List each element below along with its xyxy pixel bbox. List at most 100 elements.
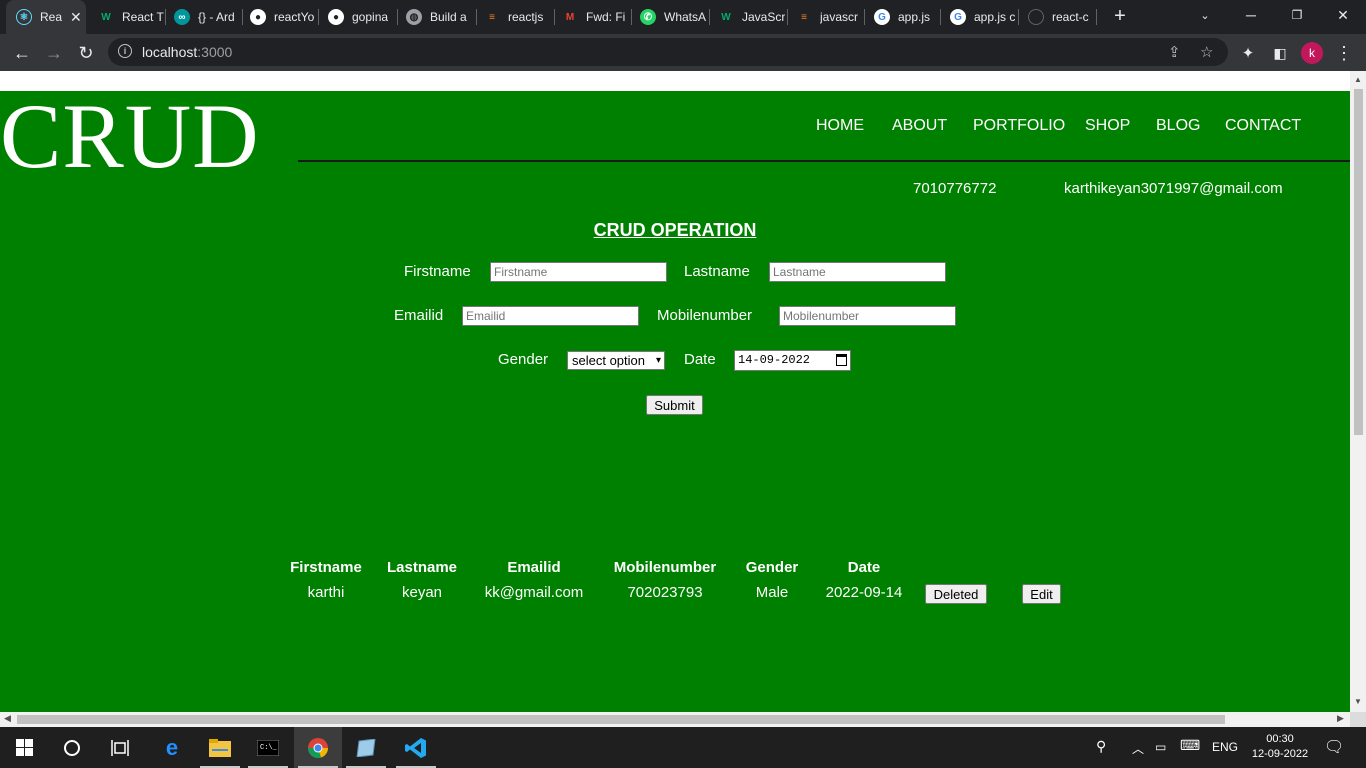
tab-title: app.js c — [974, 10, 1016, 24]
nav-contact[interactable]: CONTACT — [1225, 117, 1301, 135]
browser-tab[interactable]: react-c — [1018, 0, 1096, 34]
nav-blog[interactable]: BLOG — [1156, 117, 1200, 135]
scroll-up-icon[interactable]: ▲ — [1354, 75, 1362, 84]
tab-title: reactjs — [508, 10, 544, 24]
tab-title: WhatsA — [664, 10, 707, 24]
nav-portfolio[interactable]: PORTFOLIO — [973, 117, 1065, 135]
people-icon[interactable]: ⚲ — [1096, 738, 1106, 755]
browser-tab[interactable]: W JavaScr — [708, 0, 786, 34]
tab-search-chevron-icon[interactable]: ⌄ — [1182, 0, 1228, 30]
reload-button[interactable]: ↻ — [72, 39, 100, 67]
page-viewport: CRUD HOME ABOUT PORTFOLIO SHOP BLOG CONT… — [0, 71, 1350, 712]
keyboard-icon[interactable]: ⌨ — [1180, 737, 1200, 754]
minimize-button[interactable]: ─ — [1228, 0, 1274, 30]
table-cell-gender: Male — [755, 584, 789, 601]
horizontal-scrollbar[interactable]: ◀ ▶ — [0, 712, 1350, 727]
site-info-icon[interactable]: i — [118, 44, 132, 58]
table-cell-lastname: keyan — [401, 584, 443, 601]
profile-avatar[interactable]: k — [1301, 42, 1323, 64]
vertical-scroll-thumb[interactable] — [1354, 89, 1363, 435]
google-icon: G — [874, 9, 890, 25]
emailid-input[interactable]: Emailid — [462, 306, 639, 326]
w3schools-icon: W — [721, 11, 731, 23]
mobilenumber-input[interactable]: Mobilenumber — [779, 306, 956, 326]
vertical-scrollbar[interactable]: ▲ ▼ — [1350, 71, 1366, 712]
close-tab-icon[interactable]: ✕ — [70, 9, 82, 26]
browser-tab[interactable]: G app.js c — [940, 0, 1018, 34]
submit-button[interactable]: Submit — [646, 395, 703, 415]
lastname-label: Lastname — [684, 263, 750, 280]
side-panel-icon[interactable]: ◧ — [1266, 39, 1294, 67]
tray-chevron-up-icon[interactable]: ︿ — [1132, 740, 1144, 757]
bookmark-star-icon[interactable]: ☆ — [1200, 43, 1213, 61]
browser-tab[interactable]: M Fwd: Fi — [552, 0, 630, 34]
gender-selected-value: select option — [572, 353, 645, 368]
site-logo: CRUD — [0, 85, 260, 187]
table-header-firstname: Firstname — [290, 559, 362, 576]
table-header-date: Date — [847, 559, 881, 576]
taskbar-file-explorer[interactable] — [196, 727, 244, 768]
url-text: localhost:3000 — [142, 44, 232, 60]
new-tab-button[interactable]: + — [1108, 4, 1132, 28]
start-button[interactable] — [0, 727, 48, 768]
share-icon[interactable]: ⇪ — [1168, 43, 1181, 61]
tab-title: reactYo — [274, 10, 315, 24]
task-view-button[interactable] — [96, 727, 144, 768]
calendar-icon[interactable] — [836, 354, 847, 366]
firstname-input[interactable]: Firstname — [490, 262, 667, 282]
browser-tab-active[interactable]: ⚛ Rea ✕ — [6, 0, 86, 34]
arduino-icon: ∞ — [174, 9, 190, 25]
address-bar[interactable]: i localhost:3000 ⇪ ☆ — [108, 38, 1228, 66]
edit-button[interactable]: Edit — [1022, 584, 1061, 604]
table-header-lastname: Lastname — [386, 559, 458, 576]
globe-icon: ◍ — [406, 9, 422, 25]
browser-tab[interactable]: ● reactYo — [240, 0, 318, 34]
browser-tab[interactable]: ∞ {} - Ard — [164, 0, 242, 34]
scroll-down-icon[interactable]: ▼ — [1354, 697, 1362, 706]
nav-shop[interactable]: SHOP — [1085, 117, 1130, 135]
notification-icon[interactable]: 🗨 — [1324, 737, 1344, 757]
extensions-puzzle-icon[interactable]: ✦ — [1234, 39, 1262, 67]
contact-phone: 7010776772 — [913, 180, 997, 197]
nav-home[interactable]: HOME — [816, 117, 864, 135]
language-indicator[interactable]: ENG — [1212, 740, 1238, 754]
browser-tab[interactable]: ✆ WhatsA — [630, 0, 708, 34]
browser-menu-icon[interactable]: ⋮ — [1330, 39, 1358, 67]
task-view-icon — [111, 739, 129, 756]
system-clock[interactable]: 00:30 12-09-2022 — [1248, 732, 1312, 762]
browser-tab[interactable]: ◍ Build a — [396, 0, 474, 34]
delete-button[interactable]: Deleted — [925, 584, 987, 604]
browser-tab[interactable]: G app.js — [864, 0, 940, 34]
stackoverflow-icon: ≡ — [801, 11, 807, 23]
chevron-down-icon: ▾ — [655, 355, 661, 366]
taskbar-vscode[interactable] — [392, 727, 440, 768]
search-button[interactable] — [48, 727, 96, 768]
browser-toolbar: ← → ↻ i localhost:3000 ⇪ ☆ ✦ ◧ k ⋮ — [0, 34, 1366, 71]
browser-tab[interactable]: ≡ javascr — [786, 0, 864, 34]
browser-tab[interactable]: W React T — [88, 0, 164, 34]
taskbar-edge[interactable]: e — [148, 727, 196, 768]
whatsapp-icon: ✆ — [640, 9, 656, 25]
taskbar-app[interactable] — [342, 727, 390, 768]
nav-divider — [298, 160, 1350, 162]
forward-button[interactable]: → — [40, 39, 68, 67]
lastname-input[interactable]: Lastname — [769, 262, 946, 282]
restore-button[interactable]: ❐ — [1274, 0, 1320, 30]
taskbar-terminal[interactable]: C:\_ — [244, 727, 292, 768]
gender-select[interactable]: select option ▾ — [567, 351, 665, 370]
table-cell-date: 2022-09-14 — [825, 584, 903, 601]
chrome-icon — [308, 737, 328, 758]
browser-tab[interactable]: ≡ reactjs — [474, 0, 552, 34]
browser-tab[interactable]: ● gopina — [318, 0, 396, 34]
horizontal-scroll-thumb[interactable] — [17, 715, 1225, 724]
scroll-right-icon[interactable]: ▶ — [1337, 713, 1344, 724]
close-window-button[interactable]: ✕ — [1320, 0, 1366, 30]
nav-about[interactable]: ABOUT — [892, 117, 947, 135]
taskbar-chrome[interactable] — [294, 727, 342, 768]
terminal-icon: C:\_ — [257, 739, 279, 756]
mobilenumber-label: Mobilenumber — [657, 307, 753, 324]
date-input[interactable]: 14-09-2022 — [734, 350, 851, 371]
back-button[interactable]: ← — [8, 39, 36, 67]
scroll-left-icon[interactable]: ◀ — [4, 713, 11, 724]
battery-icon[interactable]: ▭ — [1155, 740, 1166, 754]
